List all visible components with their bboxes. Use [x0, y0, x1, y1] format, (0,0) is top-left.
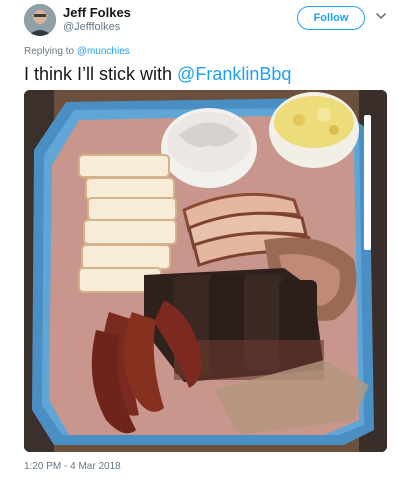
reply-context: Replying to @munchies — [24, 46, 130, 57]
user-handle[interactable]: @Jefffolkes — [63, 21, 120, 33]
tweet-timestamp[interactable]: 1:20 PM - 4 Mar 2018 — [24, 461, 121, 472]
user-display-name[interactable]: Jeff Folkes — [63, 5, 131, 20]
bbq-tray-image — [24, 90, 387, 452]
tweet-header: Jeff Folkes @Jefffolkes Follow — [0, 0, 411, 40]
reply-prefix: Replying to — [24, 46, 77, 57]
follow-button[interactable]: Follow — [297, 6, 365, 30]
tweet-body: I think I’ll stick with — [24, 64, 178, 84]
tweet-mention-link[interactable]: @FranklinBbq — [177, 64, 291, 84]
tweet-text: I think I’ll stick with @FranklinBbq — [24, 64, 291, 85]
user-avatar-icon[interactable] — [24, 4, 56, 36]
reply-mention-link[interactable]: @munchies — [77, 46, 130, 57]
tweet-photo[interactable] — [24, 90, 387, 452]
chevron-down-icon[interactable] — [375, 10, 387, 22]
